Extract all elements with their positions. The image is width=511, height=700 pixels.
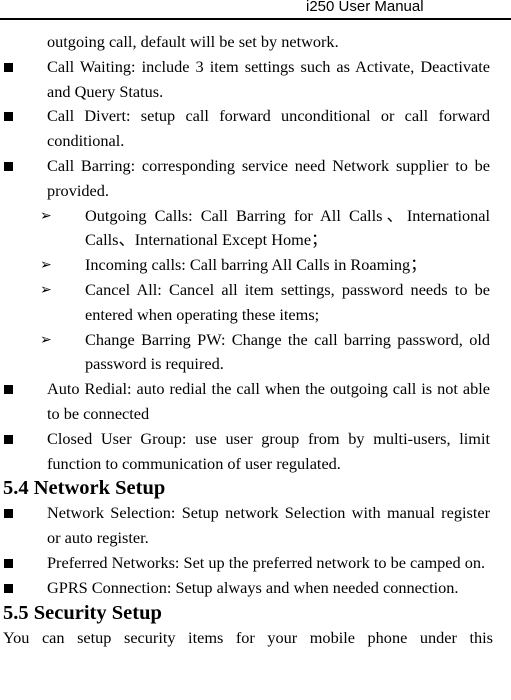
sub-item-cancel-all: ➢ Cancel All: Cancel all item settings, … (40, 279, 490, 324)
list-item-auto-redial: Auto Redial: auto redial the call when t… (0, 377, 490, 427)
square-bullet-icon (4, 558, 13, 568)
continuation-text: outgoing call, default will be set by ne… (47, 32, 339, 51)
square-bullet-icon (4, 583, 13, 593)
security-intro-text: You can setup security items for your mo… (3, 627, 493, 647)
square-bullet-icon (4, 434, 13, 444)
arrow-bullet-icon: ➢ (40, 257, 52, 274)
arrow-bullet-icon: ➢ (40, 207, 52, 224)
list-item-call-divert: Call Divert: setup call forward uncondit… (0, 104, 490, 154)
list-item-call-barring: Call Barring: corresponding service need… (0, 154, 490, 204)
list-item-preferred-networks: Preferred Networks: Set up the preferred… (0, 551, 490, 576)
section-heading-security-setup: 5.5 Security Setup (3, 601, 162, 624)
sub-item-outgoing-calls: ➢ Outgoing Calls: Call Barring for All C… (40, 205, 490, 250)
sub-item-change-barring-pw: ➢ Change Barring PW: Change the call bar… (40, 329, 490, 374)
manual-title: i250 User Manual (306, 0, 424, 15)
square-bullet-icon (4, 509, 13, 519)
section-heading-network-setup: 5.4 Network Setup (3, 477, 166, 500)
document-body: outgoing call, default will be set by ne… (0, 30, 511, 650)
list-item-call-waiting: Call Waiting: include 3 item settings su… (0, 55, 490, 105)
square-bullet-icon (4, 161, 13, 171)
list-item-gprs-connection: GPRS Connection: Setup always and when n… (0, 576, 490, 601)
page-header: i250 User Manual (0, 0, 511, 20)
list-item-closed-user-group: Closed User Group: use user group from b… (0, 427, 490, 477)
square-bullet-icon (4, 62, 13, 72)
arrow-bullet-icon: ➢ (40, 281, 52, 298)
sub-item-incoming-calls: ➢ Incoming calls: Call barring All Calls… (0, 253, 490, 278)
arrow-bullet-icon: ➢ (40, 331, 52, 348)
square-bullet-icon (4, 112, 13, 122)
list-item-network-selection: Network Selection: Setup network Selecti… (0, 501, 490, 551)
square-bullet-icon (4, 385, 13, 395)
